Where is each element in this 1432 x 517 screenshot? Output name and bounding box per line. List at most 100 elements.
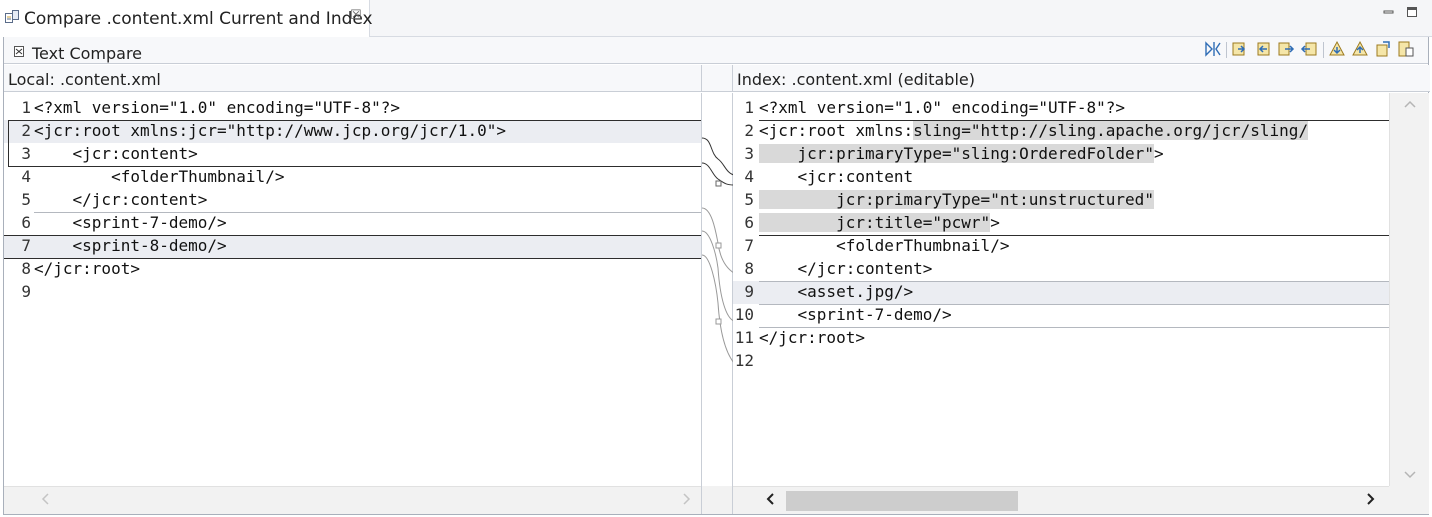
scroll-right-icon[interactable] [1366,492,1376,506]
line-number: 7 [21,236,31,255]
line-number: 2 [744,121,754,140]
code-text: jcr:primaryType="nt:unstructured" [759,190,1389,209]
line-number: 12 [734,351,754,370]
toolbar-separator [1323,42,1324,58]
code-line[interactable]: 12 [733,350,1389,373]
left-text-pane[interactable]: 1 <?xml version="1.0" encoding="UTF-8"?>… [4,93,701,486]
right-pane-title: Index: .content.xml (editable) [737,70,975,89]
maximize-icon[interactable] [1406,6,1418,18]
swap-sides-icon[interactable] [1397,40,1415,58]
ignore-whitespace-icon[interactable] [1204,40,1222,58]
scroll-down-icon[interactable] [1403,470,1417,480]
code-text: </jcr:root> [34,259,140,278]
show-ancestor-icon[interactable] [1374,40,1392,58]
compare-viewer: Text Compare Local: .content.xml Index: … [3,37,1430,515]
code-text: <sprint-7-demo/> [34,213,227,232]
line-number: 10 [734,305,754,324]
left-pane-title: Local: .content.xml [8,70,161,89]
code-text-changed-indent [759,190,837,209]
right-text-pane[interactable]: 1 <?xml version="1.0" encoding="UTF-8"?>… [733,93,1389,486]
code-line[interactable]: 2 <jcr:root xmlns:sling="http://sling.ap… [733,120,1389,143]
code-text: <folderThumbnail/> [34,167,285,186]
code-line[interactable]: 8 </jcr:root> [4,258,701,281]
line-number: 1 [21,98,31,117]
line-number: 8 [21,259,31,278]
code-line[interactable]: 5 jcr:primaryType="nt:unstructured" [733,189,1389,212]
editor-tab-title: Compare .content.xml Current and Index [24,9,373,29]
code-line[interactable]: 6 <sprint-7-demo/> [4,212,701,235]
line-number: 6 [21,213,31,232]
code-text: </jcr:content> [34,190,208,209]
line-number: 11 [734,328,754,347]
line-number: 2 [21,121,31,140]
line-number: 9 [744,282,754,301]
line-number: 5 [21,190,31,209]
close-icon[interactable]: ☒ [350,8,362,23]
scroll-up-icon[interactable] [1403,99,1417,109]
next-difference-icon[interactable] [1277,40,1295,58]
right-pane-header: Index: .content.xml (editable) [733,65,1430,92]
left-lines: 1 <?xml version="1.0" encoding="UTF-8"?>… [4,97,701,304]
code-line[interactable]: 6 jcr:title="pcwr"> [733,212,1389,235]
next-change-icon[interactable] [1328,40,1346,58]
code-line[interactable]: 10 <sprint-7-demo/> [733,304,1389,327]
code-line[interactable]: 4 <folderThumbnail/> [4,166,701,189]
line-number: 3 [744,144,754,163]
code-text-unchanged: > [990,213,1000,232]
code-text: <jcr:root xmlns:sling="http://sling.apac… [759,121,1389,140]
code-line[interactable]: 4 <jcr:content [733,166,1389,189]
code-text: </jcr:root> [759,328,865,347]
code-line[interactable]: 5 </jcr:content> [4,189,701,212]
minimize-icon[interactable] [1383,6,1395,18]
code-text-unchanged: > [1153,144,1164,163]
scrollbar-thumb[interactable] [786,491,1018,511]
code-text: <jcr:content> [34,144,198,163]
line-number: 4 [744,167,754,186]
copy-current-left-to-right-icon[interactable] [1254,40,1272,58]
previous-difference-icon[interactable] [1300,40,1318,58]
code-line[interactable]: 7 <sprint-8-demo/> [4,235,701,258]
scroll-right-icon[interactable] [682,492,692,506]
scrollbar-corner [701,486,733,514]
code-text-changed: jcr:primaryType="nt:unstructured" [836,190,1154,209]
code-line[interactable]: 3 jcr:primaryType="sling:OrderedFolder"> [733,143,1389,166]
left-pane-header: Local: .content.xml [4,65,701,92]
left-horizontal-scrollbar[interactable] [4,486,701,514]
code-text: jcr:primaryType="sling:OrderedFolder"> [759,144,1389,163]
code-text: <?xml version="1.0" encoding="UTF-8"?> [34,98,401,117]
code-text: <folderThumbnail/> [759,236,1010,255]
code-text: <jcr:content [759,167,914,186]
diff-line-marker [4,235,701,236]
diff-line-marker [759,304,1389,305]
code-line[interactable]: 9 [4,281,701,304]
code-line[interactable]: 9 <asset.jpg/> [733,281,1389,304]
code-text: </jcr:content> [759,259,933,278]
vertical-scrollbar[interactable] [1389,93,1429,486]
previous-change-icon[interactable] [1351,40,1369,58]
compare-header: Text Compare [4,37,1428,64]
code-line[interactable]: 3 <jcr:content> [4,143,701,166]
line-number: 4 [21,167,31,186]
scroll-left-icon[interactable] [765,492,775,506]
code-line[interactable]: 1 <?xml version="1.0" encoding="UTF-8"?> [733,97,1389,120]
code-text: jcr:title="pcwr"> [759,213,1389,232]
compare-title: Text Compare [32,44,143,63]
right-lines: 1 <?xml version="1.0" encoding="UTF-8"?>… [733,97,1389,373]
code-line[interactable]: 8 </jcr:content> [733,258,1389,281]
line-number: 8 [744,259,754,278]
code-line[interactable]: 7 <folderThumbnail/> [733,235,1389,258]
code-line[interactable]: 1 <?xml version="1.0" encoding="UTF-8"?> [4,97,701,120]
text-compare-icon [14,46,24,57]
copy-all-left-to-right-icon[interactable] [1231,40,1249,58]
editor-tab[interactable]: Compare .content.xml Current and Index ☒ [0,0,373,37]
code-line[interactable]: 2 <jcr:root xmlns:jcr="http://www.jcp.or… [4,120,701,143]
code-text-changed: sling="http://sling.apache.org/jcr/sling… [913,121,1309,140]
right-horizontal-scrollbar[interactable] [733,486,1389,514]
compare-toolbar [1198,40,1428,60]
code-text: <sprint-8-demo/> [34,236,227,255]
line-number: 6 [744,213,754,232]
diff-line-marker [4,258,701,259]
scroll-left-icon[interactable] [40,492,50,506]
code-line[interactable]: 11 </jcr:root> [733,327,1389,350]
diff-connector-ruler [701,93,735,486]
